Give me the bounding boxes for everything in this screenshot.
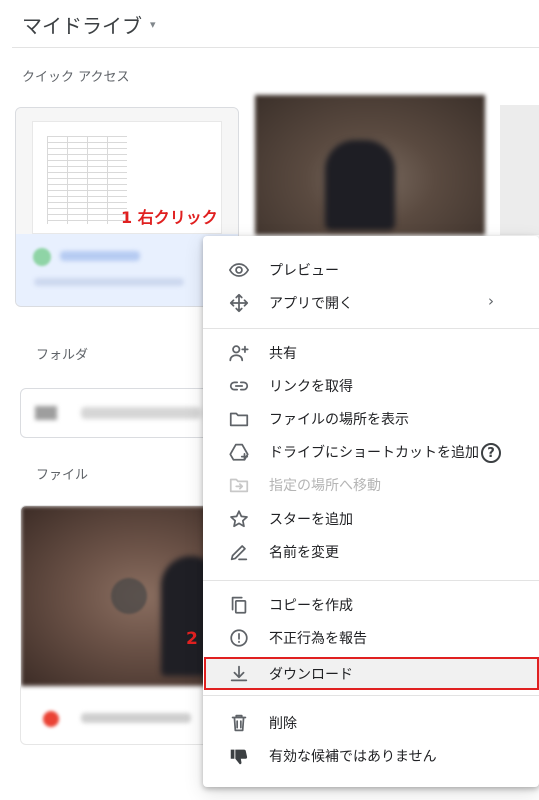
menu-item-label: 共有 — [269, 346, 297, 362]
header: マイドライブ ▾ — [0, 0, 539, 48]
thumb-down-icon — [227, 744, 251, 768]
person-add-icon — [227, 341, 251, 365]
files-heading: ファイル — [36, 468, 89, 483]
menu-item-label: 削除 — [269, 716, 297, 732]
blurred-folder-name — [81, 407, 201, 419]
menu-item-preview[interactable]: プレビュー — [203, 253, 539, 286]
quick-access-next-card[interactable] — [500, 105, 539, 235]
menu-item-label: ダウンロード — [269, 667, 353, 683]
my-drive-label: マイドライブ — [22, 14, 142, 38]
menu-item-label: スターを追加 — [269, 512, 353, 528]
help-icon[interactable]: ? — [481, 443, 501, 463]
download-icon — [227, 662, 251, 686]
menu-item-rename[interactable]: 名前を変更 — [203, 535, 539, 568]
menu-item-label: ファイルの場所を表示 — [269, 412, 409, 428]
video-thumbnail-person — [325, 140, 395, 230]
menu-item-make-copy[interactable]: コピーを作成 — [203, 588, 539, 621]
menu-item-get-link[interactable]: リンクを取得 — [203, 369, 539, 402]
my-drive-title[interactable]: マイドライブ ▾ — [22, 10, 156, 39]
pencil-icon — [227, 540, 251, 564]
menu-item-label: プレビュー — [269, 263, 339, 279]
chevron-down-icon[interactable]: ▾ — [150, 18, 156, 31]
trash-icon — [227, 711, 251, 735]
menu-item-label: 有効な候補ではありません — [269, 749, 437, 765]
menu-item-label: コピーを作成 — [269, 598, 353, 614]
menu-item-label: アプリで開く — [269, 296, 353, 312]
eye-icon — [227, 258, 251, 282]
quick-access-heading: クイック アクセス — [22, 70, 130, 85]
blurred-file-name — [81, 713, 191, 723]
link-icon — [227, 374, 251, 398]
report-icon — [227, 626, 251, 650]
menu-item-remove[interactable]: 削除 — [203, 706, 539, 739]
menu-divider — [203, 695, 539, 696]
sheets-file-icon — [33, 248, 51, 266]
chevron-right-icon: › — [488, 292, 494, 310]
menu-item-label: 不正行為を報告 — [269, 631, 367, 647]
menu-item-show-file-location[interactable]: ファイルの場所を表示 — [203, 402, 539, 435]
header-divider — [12, 47, 539, 48]
context-menu: プレビュー アプリで開く › 共有 リンクを取得 ファイルの場所を表示 ドライブ… — [203, 236, 539, 787]
annotation-step2: 2 — [186, 629, 198, 649]
spreadsheet-grid — [47, 136, 127, 224]
menu-item-open-with[interactable]: アプリで開く › — [203, 286, 539, 319]
move-arrows-icon — [227, 291, 251, 315]
move-to-folder-icon — [227, 473, 251, 497]
menu-item-label: 名前を変更 — [269, 545, 339, 561]
folder-card[interactable] — [20, 388, 220, 438]
menu-item-download[interactable]: ダウンロード — [203, 657, 539, 690]
menu-item-add-shortcut[interactable]: ドライブにショートカットを追加? — [203, 435, 539, 468]
menu-item-share[interactable]: 共有 — [203, 336, 539, 369]
menu-item-label: ドライブにショートカットを追加? — [269, 442, 501, 463]
menu-item-label-text: ドライブにショートカットを追加 — [269, 445, 479, 461]
menu-item-report-abuse[interactable]: 不正行為を報告 — [203, 621, 539, 654]
menu-item-label: 指定の場所へ移動 — [269, 478, 381, 494]
file-card-video[interactable] — [20, 505, 220, 745]
menu-item-label: リンクを取得 — [269, 379, 353, 395]
play-icon — [111, 578, 147, 614]
folders-heading: フォルダ — [36, 348, 89, 363]
copy-icon — [227, 593, 251, 617]
blurred-file-name — [60, 251, 140, 261]
folder-icon — [227, 407, 251, 431]
blurred-file-meta — [34, 278, 184, 286]
menu-item-not-helpful[interactable]: 有効な候補ではありません — [203, 739, 539, 772]
drive-shortcut-icon — [227, 440, 251, 464]
folder-icon — [35, 406, 57, 420]
menu-item-add-star[interactable]: スターを追加 — [203, 502, 539, 535]
menu-divider — [203, 580, 539, 581]
star-icon — [227, 507, 251, 531]
menu-divider — [203, 328, 539, 329]
video-file-icon — [43, 711, 59, 727]
menu-item-move-to: 指定の場所へ移動 — [203, 468, 539, 501]
annotation-step1: 1 右クリック — [121, 208, 218, 227]
